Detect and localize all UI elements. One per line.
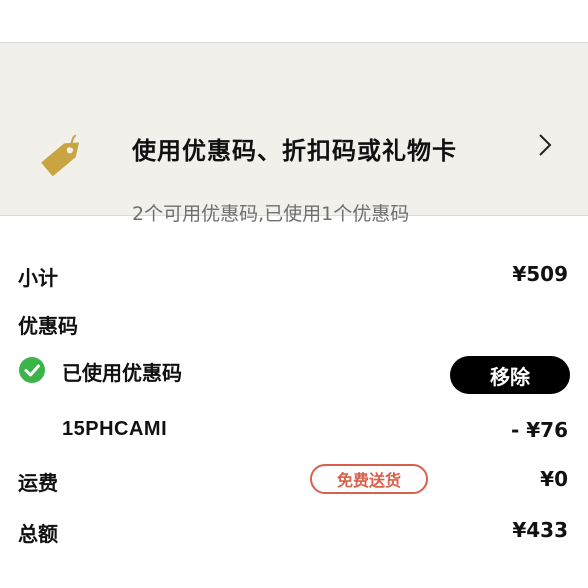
coupon-entry-panel[interactable]: 使用优惠码、折扣码或礼物卡 2个可用优惠码,已使用1个优惠码	[0, 43, 588, 225]
check-circle-icon	[19, 357, 45, 383]
remove-promo-button[interactable]: 移除	[450, 356, 570, 394]
subtotal-label: 小计	[18, 266, 58, 290]
total-label: 总额	[18, 522, 58, 546]
coupon-entry-title[interactable]: 使用优惠码、折扣码或礼物卡	[132, 131, 457, 166]
shipping-label: 运费	[18, 471, 58, 495]
applied-promo-label: 已使用优惠码	[62, 361, 182, 385]
coupon-availability-text: 2个可用优惠码,已使用1个优惠码	[132, 203, 410, 225]
free-shipping-badge: 免费送货	[310, 464, 428, 494]
price-tag-icon	[41, 134, 80, 177]
chevron-right-icon[interactable]	[532, 131, 556, 159]
discount-value: - ¥76	[510, 418, 568, 442]
total-value: ¥433	[512, 518, 568, 542]
promo-code-text: 15PHCAMI	[62, 418, 168, 440]
shipping-value: ¥0	[540, 467, 568, 491]
promo-code-label: 优惠码	[18, 314, 78, 338]
top-bar	[0, 0, 588, 43]
subtotal-value: ¥509	[512, 262, 568, 286]
